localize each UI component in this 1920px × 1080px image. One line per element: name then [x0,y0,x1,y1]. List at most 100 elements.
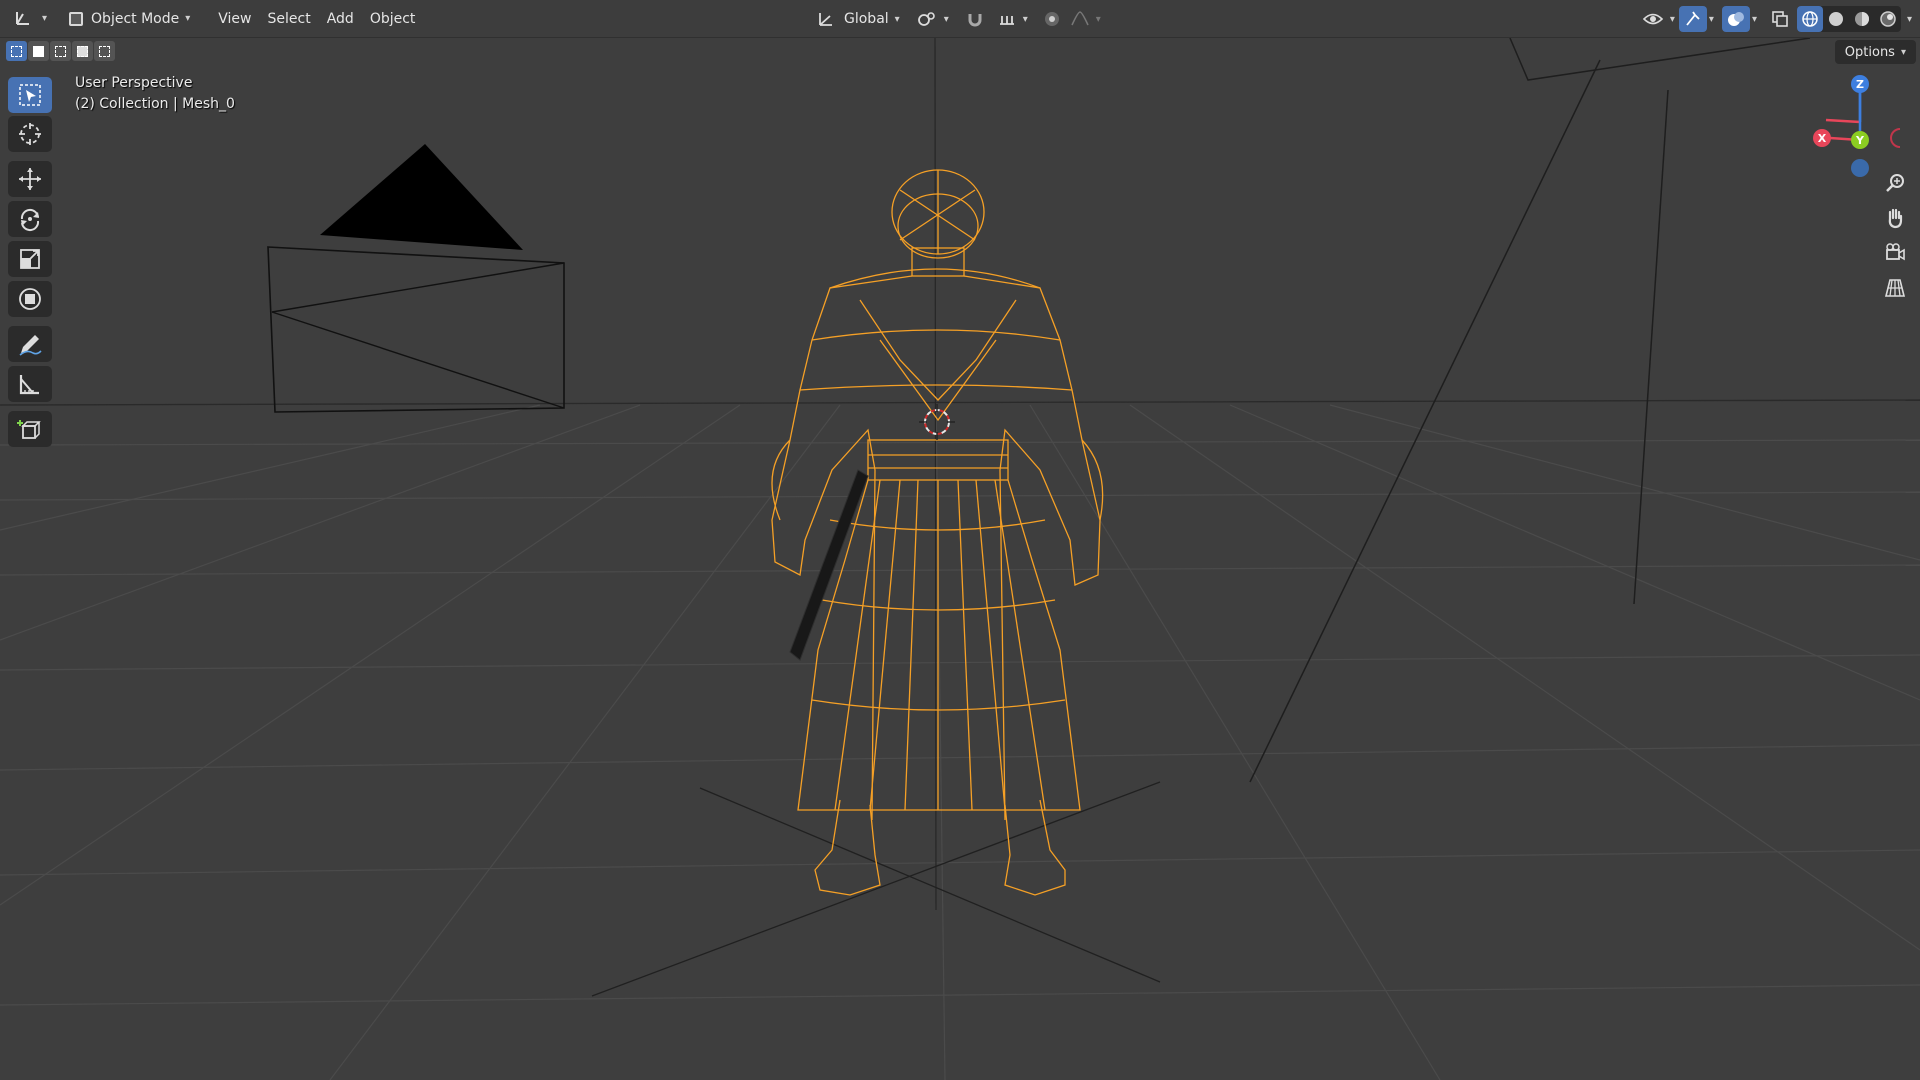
tool-annotate[interactable] [8,326,52,362]
scene-canvas [0,38,1920,1080]
pencil-icon [19,335,42,356]
select-invert-icon [77,45,88,57]
proportional-edit-icon [1044,12,1059,26]
snap-target-dropdown[interactable]: ▾ [993,6,1032,32]
chevron-down-icon[interactable]: ▾ [1907,14,1912,25]
select-extend-button[interactable] [28,41,49,61]
options-dropdown[interactable]: Options ▾ [1834,40,1916,64]
grid-perspective-icon [1884,279,1906,297]
editor-type-button[interactable]: ▾ [6,6,55,32]
snap-toggle[interactable] [957,6,993,32]
material-sphere-icon [1854,12,1869,26]
chevron-down-icon: ▾ [894,13,900,25]
empty-object-axes [591,781,1161,997]
ruler-icon [19,375,39,395]
gizmo-y-label: Y [1855,134,1865,147]
falloff-dropdown[interactable]: ▾ [1066,6,1105,32]
active-object-label: (2) Collection | Mesh_0 [75,96,235,112]
menu-view[interactable]: View [210,6,259,32]
chevron-down-icon[interactable]: ▾ [1709,14,1714,25]
xray-icon [1772,11,1788,27]
gizmo-neg-x-icon[interactable] [1890,128,1900,148]
select-new-icon [11,45,22,57]
menu-select[interactable]: Select [260,6,319,32]
shading-solid-button[interactable] [1823,6,1849,32]
menu-object[interactable]: Object [362,6,424,32]
tool-rotate[interactable] [8,201,52,237]
zoom-button[interactable] [1880,168,1910,198]
chevron-down-icon: ▾ [1900,46,1906,58]
transform-icon [19,288,41,310]
xray-toggle[interactable] [1767,6,1793,32]
object-mode-icon [69,11,84,26]
add-cube-icon [17,420,41,439]
overlays-icon [1727,12,1744,26]
gizmo-z-label: Z [1856,78,1864,91]
select-new-button[interactable] [6,41,27,61]
tool-transform[interactable] [8,281,52,317]
move-icon [19,168,41,190]
gizmo-x-label: X [1818,132,1827,145]
view-perspective-label: User Perspective [75,75,193,91]
editor-type-icon [16,11,29,25]
perspective-toggle-button[interactable] [1880,273,1910,303]
select-subtract-button[interactable] [50,41,71,61]
falloff-curve-icon [1071,11,1089,26]
chevron-down-icon: ▾ [1022,13,1028,25]
camera-object [267,144,565,413]
gizmo-neg-z-icon[interactable] [1851,159,1869,177]
horizon-line [0,399,1920,406]
scale-icon [20,249,40,269]
chevron-down-icon: ▾ [1669,13,1675,25]
wireframe-sphere-icon [1802,11,1818,27]
select-invert-button[interactable] [72,41,93,61]
orientation-label: Global [844,11,889,27]
select-box-icon [19,84,41,106]
light-object [1249,38,1811,783]
hand-icon [1888,208,1903,229]
chevron-down-icon: ▾ [943,13,949,25]
select-subtract-icon [55,45,66,57]
tool-scale[interactable] [8,241,52,277]
camera-icon [1886,243,1905,261]
visibility-dropdown[interactable]: ▾ [1638,6,1679,32]
orientation-dropdown[interactable]: Global ▾ [808,6,908,32]
mode-label: Object Mode [91,10,180,27]
navigation-gizmo[interactable]: Z X Y [1800,74,1900,184]
rendered-sphere-icon [1880,11,1896,27]
overlays-toggle[interactable] [1721,6,1750,32]
pivot-dropdown[interactable]: ▾ [908,6,957,32]
tool-move[interactable] [8,161,52,197]
viewport-header: ▾ Object Mode ▾ View Select Add Object G… [0,0,1920,38]
shading-material-button[interactable] [1849,6,1875,32]
chevron-down-icon[interactable]: ▾ [1752,14,1757,25]
cursor-icon [19,123,41,145]
chevron-down-icon: ▾ [185,13,191,24]
floor-grid [0,399,1920,1080]
zoom-icon [1886,174,1904,192]
orientation-icon [819,13,832,26]
pivot-icon [917,12,935,26]
origin-cursor [919,404,955,440]
options-label: Options [1844,44,1895,60]
selection-mode-buttons [6,41,115,61]
shading-wireframe-button[interactable] [1796,6,1823,32]
chevron-down-icon: ▾ [1095,13,1101,25]
tool-cursor[interactable] [8,116,52,152]
mode-dropdown[interactable]: Object Mode ▾ [61,6,198,32]
camera-view-button[interactable] [1880,238,1910,268]
menu-add[interactable]: Add [319,6,362,32]
tool-measure[interactable] [8,366,52,402]
solid-sphere-icon [1828,12,1843,26]
proportional-edit-toggle[interactable] [1038,6,1066,32]
gizmo-icon [1686,11,1700,26]
select-intersect-button[interactable] [94,41,115,61]
rotate-icon [20,208,40,232]
magnet-icon [968,14,982,27]
tool-select-box[interactable] [8,77,52,113]
shading-rendered-button[interactable] [1875,6,1901,32]
pan-button[interactable] [1880,203,1910,233]
tool-add-cube[interactable] [8,411,52,447]
3d-viewport[interactable]: Options ▾ User Perspective (2) Collectio… [0,38,1920,1080]
gizmo-toggle[interactable] [1678,6,1707,32]
